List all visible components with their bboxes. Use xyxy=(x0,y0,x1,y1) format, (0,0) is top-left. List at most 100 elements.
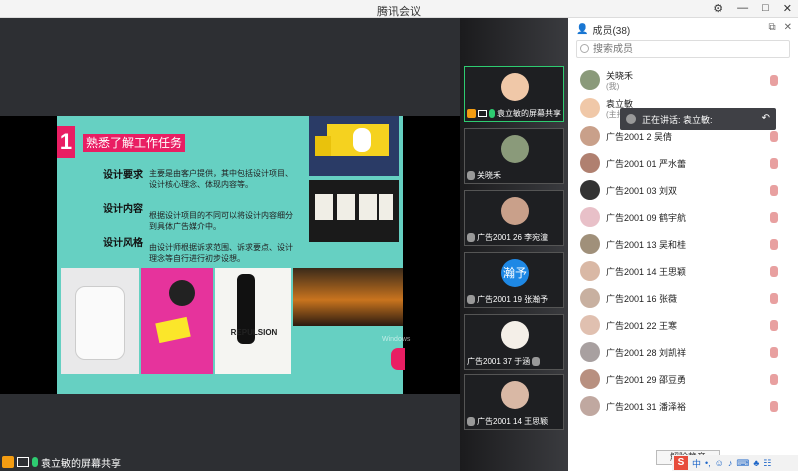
avatar xyxy=(580,98,600,118)
slide-row-label: 设计内容 xyxy=(103,204,143,215)
poster-word: REPULSION xyxy=(230,328,278,337)
mic-muted-icon[interactable] xyxy=(770,131,778,142)
avatar xyxy=(501,73,529,101)
ime-emoji-icon[interactable]: ☺ xyxy=(715,458,724,468)
panel-close-icon[interactable]: ✕ xyxy=(784,22,792,33)
mic-muted-icon[interactable] xyxy=(770,320,778,331)
member-name: 广告2001 16 张薇 xyxy=(606,294,678,304)
member-row[interactable]: 广告2001 03 刘双 xyxy=(576,178,790,204)
mic-muted-icon[interactable] xyxy=(770,185,778,196)
video-tile-name: 袁立敏的屏幕共享 xyxy=(497,109,561,118)
ime-chinese-mode[interactable]: 中 xyxy=(692,457,701,470)
mic-muted-icon[interactable] xyxy=(770,212,778,223)
member-row[interactable]: 广告2001 29 邵豆勇 xyxy=(576,367,790,393)
avatar xyxy=(501,321,529,349)
member-name: 广告2001 03 刘双 xyxy=(606,186,678,196)
ime-keyboard-icon[interactable]: ⌨ xyxy=(736,458,749,469)
close-button[interactable]: ✕ xyxy=(783,2,792,15)
user-icon xyxy=(2,456,14,468)
member-name: 广告2001 31 潘泽裕 xyxy=(606,402,687,412)
slide-row-text: 由设计师根据诉求范围、诉求要点、设计理念等自行进行初步设想。 xyxy=(149,243,293,263)
video-tile[interactable]: 广告2001 14 王思颖 xyxy=(464,374,564,430)
video-tile-name: 广告2001 37 于涵 xyxy=(467,357,531,366)
member-name: 广告2001 28 刘凯祥 xyxy=(606,348,687,358)
member-name: 广告2001 09 鹤宇航 xyxy=(606,213,687,223)
mic-icon xyxy=(489,109,495,118)
member-row[interactable]: 关晓禾 (我) xyxy=(576,68,790,94)
avatar xyxy=(580,207,600,227)
avatar xyxy=(580,153,600,173)
members-panel: 👤 成员(38) ⧉ ✕ 关晓禾 (我) 袁立敏 (主持人) 广告2001 2 … xyxy=(568,18,798,471)
avatar xyxy=(580,234,600,254)
avatar xyxy=(580,126,600,146)
maximize-button[interactable]: □ xyxy=(762,2,769,15)
member-row[interactable]: 广告2001 09 鹤宇航 xyxy=(576,205,790,231)
mic-muted-icon[interactable] xyxy=(770,374,778,385)
slide-nav-tab xyxy=(391,348,405,370)
slide-row-label: 设计风格 xyxy=(103,238,143,249)
video-tile-name: 广告2001 14 王思颖 xyxy=(477,417,549,426)
mic-muted-icon[interactable] xyxy=(770,293,778,304)
sunset-image xyxy=(293,268,403,326)
member-row[interactable]: 广告2001 16 张薇 xyxy=(576,286,790,312)
tissue-roll-image xyxy=(61,268,139,374)
member-name: 广告2001 29 邵豆勇 xyxy=(606,375,687,385)
mic-muted-icon xyxy=(467,233,475,242)
ime-logo-icon[interactable]: S xyxy=(674,456,688,470)
mic-muted-icon[interactable] xyxy=(770,239,778,250)
members-title: 成员(38) xyxy=(592,26,631,37)
video-tile[interactable]: 袁立敏的屏幕共享 xyxy=(464,66,564,122)
ime-voice-icon[interactable]: ♪ xyxy=(728,458,733,468)
mic-muted-icon xyxy=(532,357,541,366)
member-row[interactable]: 广告2001 28 刘凯祥 xyxy=(576,340,790,366)
member-row[interactable]: 广告2001 14 王思颖 xyxy=(576,259,790,285)
member-search-input[interactable] xyxy=(576,40,790,58)
avatar xyxy=(580,180,600,200)
window-controls: ⚙ — □ ✕ xyxy=(713,2,792,15)
ime-punctuation-icon[interactable]: •, xyxy=(705,458,711,468)
avatar xyxy=(580,342,600,362)
minimize-button[interactable]: — xyxy=(737,2,748,15)
settings-icon[interactable]: ⚙ xyxy=(713,2,723,15)
screen-share-label: 袁立敏的屏幕共享 xyxy=(0,454,121,470)
speaking-text: 正在讲话: 袁立敏: xyxy=(642,114,713,125)
video-tile[interactable]: 瀚予 广告2001 19 张瀚予 xyxy=(464,252,564,308)
mic-muted-icon[interactable] xyxy=(770,347,778,358)
avatar xyxy=(580,369,600,389)
member-row[interactable]: 广告2001 01 严水蕾 xyxy=(576,151,790,177)
mic-muted-icon[interactable] xyxy=(770,401,778,412)
video-tile[interactable]: 关晓禾 xyxy=(464,128,564,184)
member-row[interactable]: 广告2001 22 王寒 xyxy=(576,313,790,339)
mic-muted-icon[interactable] xyxy=(770,158,778,169)
avatar xyxy=(580,288,600,308)
windows-watermark: Windows xyxy=(382,336,411,343)
ime-skin-icon[interactable]: ♣ xyxy=(753,458,759,468)
video-tile-name: 广告2001 19 张瀚予 xyxy=(477,295,549,304)
avatar xyxy=(580,261,600,281)
mic-muted-icon[interactable] xyxy=(770,266,778,277)
shared-screen-stage[interactable]: 1 熟悉了解工作任务 设计要求 主要是由客户提供，其中包括设计项目、设计核心理念… xyxy=(0,18,460,471)
video-tile-name: 广告2001 26 李宛潼 xyxy=(477,233,549,242)
ime-toolbar: S 中 •, ☺ ♪ ⌨ ♣ ☷ xyxy=(672,455,798,471)
member-row[interactable]: 广告2001 13 吴和桂 xyxy=(576,232,790,258)
speaker-avatar xyxy=(626,114,636,124)
screen-icon xyxy=(478,110,487,117)
ime-menu-icon[interactable]: ☷ xyxy=(763,458,771,469)
avatar: 瀚予 xyxy=(501,259,529,287)
avatar xyxy=(580,396,600,416)
avatar xyxy=(580,70,600,90)
members-icon: 👤 xyxy=(576,24,589,35)
member-row[interactable]: 广告2001 31 潘泽裕 xyxy=(576,394,790,420)
back-icon[interactable]: ↶ xyxy=(762,113,770,124)
truck-ad-image xyxy=(309,116,399,176)
video-tile[interactable]: 广告2001 26 李宛潼 xyxy=(464,190,564,246)
video-strip[interactable]: 袁立敏的屏幕共享 关晓禾 广告2001 26 李宛潼 瀚予 广告2001 19 … xyxy=(460,18,568,471)
slide-number: 1 xyxy=(57,126,75,158)
video-tile[interactable]: 广告2001 37 于涵 xyxy=(464,314,564,370)
billboard-image xyxy=(309,180,399,242)
member-name: 广告2001 13 吴和桂 xyxy=(606,240,687,250)
speaking-indicator: 正在讲话: 袁立敏: ↶ xyxy=(620,108,776,130)
popout-icon[interactable]: ⧉ xyxy=(768,22,775,33)
mic-muted-icon xyxy=(467,417,475,426)
mic-muted-icon[interactable] xyxy=(770,75,778,86)
